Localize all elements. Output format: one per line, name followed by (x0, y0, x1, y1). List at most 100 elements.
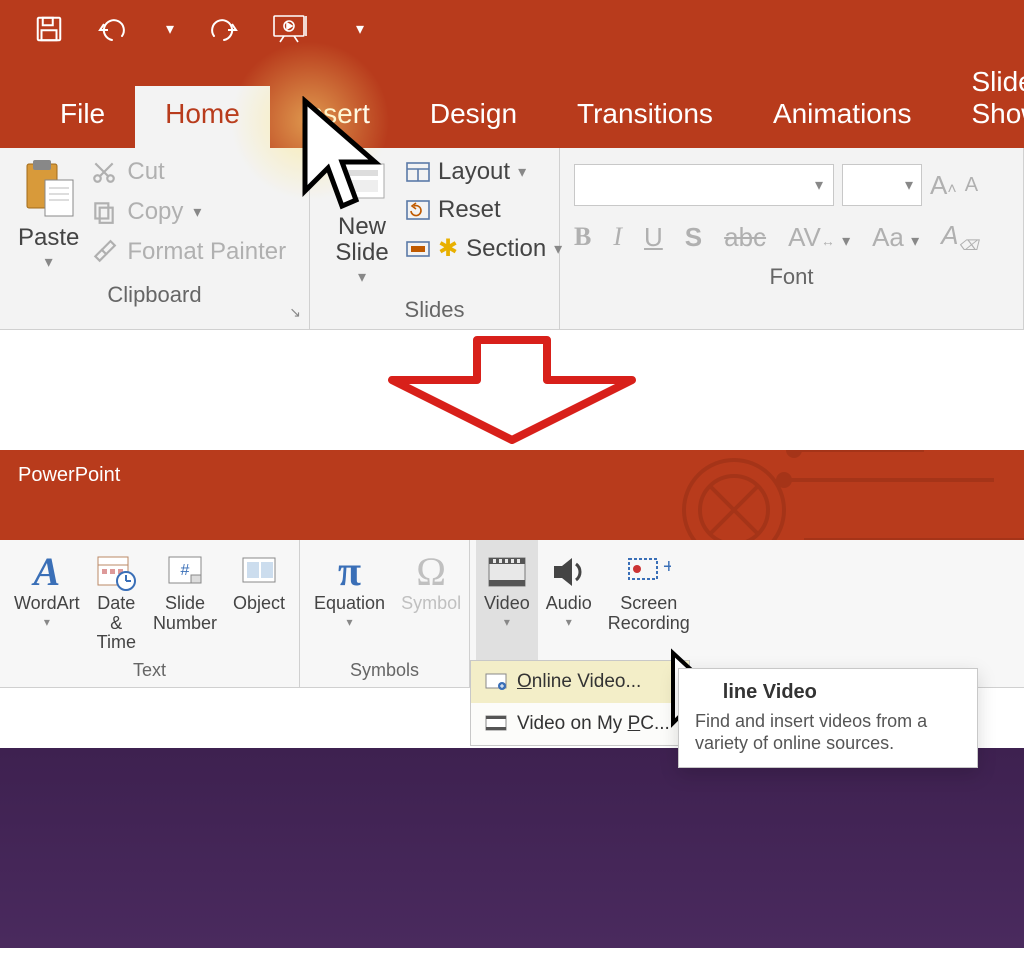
italic-button[interactable]: I (613, 222, 622, 252)
symbol-label: Symbol (401, 594, 461, 614)
quick-access-toolbar: ▾ ▾ (0, 0, 1024, 54)
new-slide-button[interactable]: New Slide ▾ (324, 158, 400, 287)
object-icon (241, 550, 277, 594)
group-slides: New Slide ▾ Layout▾ Reset ✱ Section▾ (310, 148, 560, 329)
change-case-button[interactable]: Aa ▾ (872, 222, 919, 253)
group-text-title: Text (6, 660, 293, 681)
app-title: PowerPoint (18, 464, 120, 486)
group-text: A WordArt ▾ Date & Time # Slide Number (0, 540, 300, 687)
pi-icon: π (338, 550, 361, 594)
speaker-icon (550, 550, 588, 594)
audio-caret-icon: ▾ (566, 616, 572, 629)
slide-number-button[interactable]: # Slide Number (145, 540, 225, 660)
date-time-button[interactable]: Date & Time (88, 540, 145, 660)
clear-formatting-button[interactable]: A⌫ (941, 220, 978, 254)
film-icon (487, 550, 527, 594)
svg-text:+: + (663, 556, 671, 578)
tab-file[interactable]: File (30, 86, 135, 148)
new-slide-label: New Slide (335, 214, 388, 267)
menu-online-video[interactable]: Online Video... (471, 661, 689, 703)
qat-customize-caret-icon[interactable]: ▾ (356, 19, 364, 39)
tab-animations[interactable]: Animations (743, 86, 942, 148)
object-button[interactable]: Object (225, 540, 293, 660)
menu-video-on-pc-label: Video on My PC... (517, 713, 670, 735)
group-font-title: Font (574, 254, 1009, 290)
font-name-combo[interactable]: ▾ (574, 164, 834, 206)
tab-slideshow[interactable]: Slide Show (941, 54, 1024, 148)
increase-font-icon[interactable]: A˄ (930, 170, 957, 201)
symbol-button: Ω Symbol (393, 540, 469, 660)
format-painter-button[interactable]: Format Painter (91, 238, 286, 266)
tab-transitions[interactable]: Transitions (547, 86, 743, 148)
bold-button[interactable]: B (574, 222, 591, 252)
slide-canvas[interactable] (0, 748, 1024, 948)
tooltip-body: Find and insert videos from a variety of… (695, 710, 961, 755)
paste-label: Paste (18, 224, 79, 252)
paste-button[interactable]: Paste ▾ (14, 158, 87, 272)
copy-button[interactable]: Copy ▾ (91, 198, 286, 226)
equation-label: Equation (314, 594, 385, 614)
group-media: Video ▾ Audio ▾ + Screen Recording O (470, 540, 704, 687)
redo-icon[interactable] (208, 16, 238, 42)
menu-video-on-pc[interactable]: Video on My PC... (471, 703, 689, 745)
scissors-icon (91, 159, 117, 185)
equation-caret-icon: ▾ (347, 616, 353, 629)
paste-icon (21, 158, 77, 220)
reset-button[interactable]: Reset (406, 196, 562, 224)
tab-insert[interactable]: Insert (270, 86, 400, 148)
ribbon-tabs: File Home Insert Design Transitions Anim… (0, 54, 1024, 148)
tooltip-title: Online Video (695, 681, 961, 704)
svg-text:#: # (181, 562, 190, 579)
text-shadow-button[interactable]: S (685, 222, 702, 253)
paste-dropdown-caret-icon[interactable]: ▾ (45, 252, 53, 272)
wordart-icon: A (34, 550, 61, 594)
video-caret-icon: ▾ (504, 616, 510, 629)
strikethrough-button[interactable]: abc (724, 222, 766, 253)
group-symbols: π Equation ▾ Ω Symbol Symbols (300, 540, 470, 687)
video-button[interactable]: Video ▾ (476, 540, 538, 660)
video-file-icon (485, 715, 507, 733)
instruction-arrow-area (0, 330, 1024, 450)
powerpoint-title-bar: PowerPoint (0, 450, 1024, 540)
copy-caret-icon: ▾ (193, 202, 201, 222)
tab-design[interactable]: Design (400, 86, 547, 148)
decrease-font-icon[interactable]: A (965, 174, 978, 197)
omega-icon: Ω (416, 550, 446, 594)
group-symbols-title: Symbols (306, 660, 463, 681)
undo-dropdown-caret-icon[interactable]: ▾ (166, 19, 174, 39)
format-painter-label: Format Painter (127, 238, 286, 266)
section-icon (406, 239, 430, 259)
video-dropdown-menu: Online Video... Video on My PC... (470, 660, 690, 746)
layout-button[interactable]: Layout▾ (406, 158, 562, 186)
layout-icon (406, 162, 430, 182)
new-slide-icon (332, 158, 392, 214)
equation-button[interactable]: π Equation ▾ (306, 540, 393, 660)
underline-button[interactable]: U (644, 222, 663, 253)
powerpoint-home-window: ▾ ▾ File Home Insert Design Transitions … (0, 0, 1024, 148)
cut-button[interactable]: Cut (91, 158, 286, 186)
font-size-combo[interactable]: ▾ (842, 164, 922, 206)
group-font: ▾ ▾ A˄ A B I U S abc AV↔ ▾ Aa ▾ A⌫ Font (560, 148, 1024, 329)
save-icon[interactable] (34, 14, 64, 44)
date-time-label: Date & Time (96, 594, 137, 653)
ribbon-home: Paste ▾ Cut Copy ▾ Format Painter C (0, 148, 1024, 330)
new-slide-caret-icon: ▾ (358, 267, 366, 287)
screen-recording-button[interactable]: + Screen Recording (600, 540, 698, 660)
layout-label: Layout (438, 158, 510, 186)
char-spacing-button[interactable]: AV↔ ▾ (788, 222, 850, 253)
reset-icon (406, 200, 430, 220)
section-label: Section (466, 235, 546, 263)
group-slides-title: Slides (324, 287, 545, 323)
present-from-beginning-icon[interactable] (272, 14, 312, 44)
red-down-arrow-icon (382, 335, 642, 445)
title-bar-decoration (664, 450, 1024, 540)
copy-icon (91, 199, 117, 225)
clipboard-dialog-launcher-icon[interactable]: ↘ (289, 304, 301, 321)
undo-icon[interactable] (98, 16, 132, 42)
tab-home[interactable]: Home (135, 86, 270, 148)
section-button[interactable]: ✱ Section▾ (406, 234, 562, 263)
wordart-label: WordArt (14, 594, 80, 614)
group-clipboard: Paste ▾ Cut Copy ▾ Format Painter C (0, 148, 310, 329)
wordart-button[interactable]: A WordArt ▾ (6, 540, 88, 660)
audio-button[interactable]: Audio ▾ (538, 540, 600, 660)
